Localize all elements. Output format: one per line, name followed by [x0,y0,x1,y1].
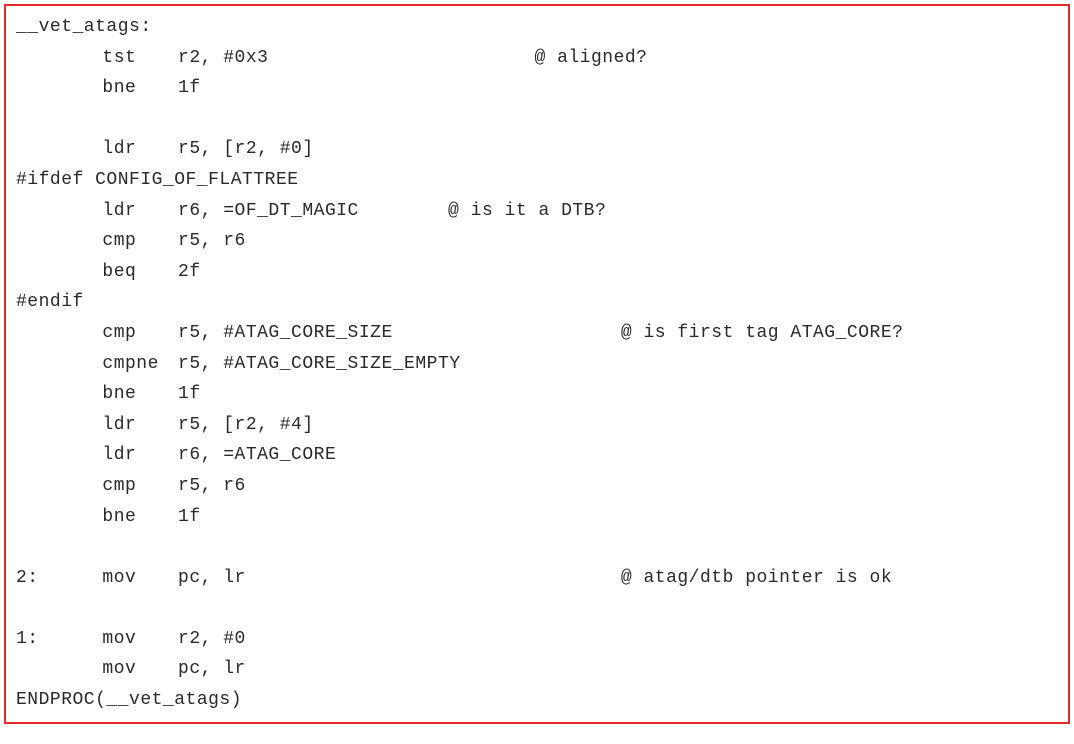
code-args: r5, [r2, #4] [178,410,534,441]
code-line: ldrr5, [r2, #4] [16,410,1058,441]
code-label: #endif [16,292,84,312]
code-line: beq2f [16,257,1058,288]
code-opcode: ldr [102,440,178,471]
code-args: pc, lr [178,563,621,594]
code-line: cmpr5, r6 [16,226,1058,257]
code-line: bne1f [16,502,1058,533]
code-line: __vet_atags: [16,12,1058,43]
code-comment: @ is it a DTB? [448,196,606,227]
code-opcode: beq [102,257,178,288]
code-opcode: tst [102,43,178,74]
code-line: ldrr6, =OF_DT_MAGIC@ is it a DTB? [16,196,1058,227]
code-args: r2, #0 [178,624,534,655]
code-line: bne1f [16,379,1058,410]
code-args: pc, lr [178,654,534,685]
code-line: ldrr6, =ATAG_CORE [16,440,1058,471]
code-line [16,104,1058,135]
code-label: #ifdef CONFIG_OF_FLATTREE [16,170,299,190]
code-line: #ifdef CONFIG_OF_FLATTREE [16,165,1058,196]
code-args: r6, =ATAG_CORE [178,440,534,471]
code-args: 1f [178,379,534,410]
code-args: r5, r6 [178,226,534,257]
code-line: tstr2, #0x3@ aligned? [16,43,1058,74]
code-label: 2: [16,563,102,594]
code-label: __vet_atags: [16,17,152,37]
code-line: ldrr5, [r2, #0] [16,134,1058,165]
code-args: r6, =OF_DT_MAGIC [178,196,448,227]
code-args: r2, #0x3 [178,43,534,74]
code-label: ENDPROC(__vet_atags) [16,690,242,710]
code-args: 1f [178,73,534,104]
code-opcode: ldr [102,410,178,441]
code-opcode: bne [102,502,178,533]
code-opcode: mov [102,654,178,685]
code-args: r5, #ATAG_CORE_SIZE_EMPTY [178,349,534,380]
code-opcode: cmpne [102,349,178,380]
code-opcode: mov [102,563,178,594]
code-line: cmpr5, r6 [16,471,1058,502]
code-line [16,532,1058,563]
code-line: movpc, lr [16,654,1058,685]
code-line: bne1f [16,73,1058,104]
code-opcode: bne [102,73,178,104]
code-line: ENDPROC(__vet_atags) [16,685,1058,716]
code-args: r5, #ATAG_CORE_SIZE [178,318,621,349]
assembly-code-block: __vet_atags:tstr2, #0x3@ aligned?bne1f l… [4,4,1070,724]
code-line: #endif [16,287,1058,318]
code-opcode: cmp [102,226,178,257]
code-args: 2f [178,257,534,288]
code-opcode: ldr [102,196,178,227]
code-comment: @ atag/dtb pointer is ok [621,563,892,594]
code-comment: @ aligned? [534,43,647,74]
code-line: cmpner5, #ATAG_CORE_SIZE_EMPTY [16,349,1058,380]
code-line: cmpr5, #ATAG_CORE_SIZE@ is first tag ATA… [16,318,1058,349]
code-label: 1: [16,624,102,655]
code-line: 1:movr2, #0 [16,624,1058,655]
code-args: r5, [r2, #0] [178,134,534,165]
code-opcode: mov [102,624,178,655]
code-opcode: cmp [102,471,178,502]
code-opcode: ldr [102,134,178,165]
code-opcode: bne [102,379,178,410]
code-args: 1f [178,502,534,533]
code-opcode: cmp [102,318,178,349]
code-args: r5, r6 [178,471,534,502]
code-line [16,593,1058,624]
code-comment: @ is first tag ATAG_CORE? [621,318,904,349]
code-line: 2:movpc, lr@ atag/dtb pointer is ok [16,563,1058,594]
